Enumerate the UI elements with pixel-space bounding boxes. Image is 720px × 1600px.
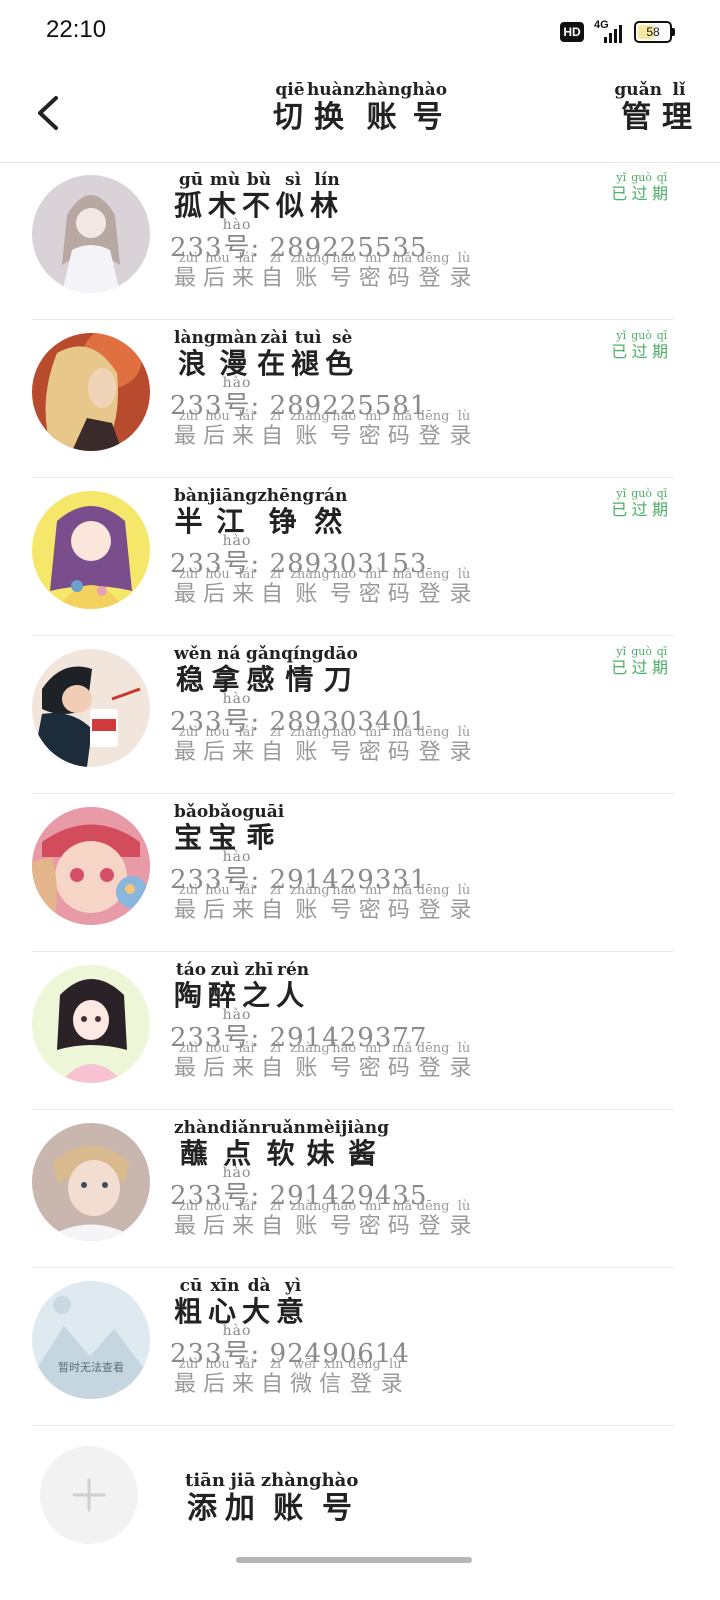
avatar — [32, 965, 150, 1083]
account-name: 浪làng漫màn在zài褪tuì色sè — [174, 328, 360, 380]
expired-badge: 已yǐ过guò期qī — [611, 487, 672, 519]
avatar-placeholder-text: 暂时无法查看 — [58, 1360, 124, 1374]
signal-icon: 4G — [592, 19, 626, 43]
account-name: 半bàn江jiāng铮zhēng然rán — [174, 486, 349, 538]
avatar — [32, 491, 150, 609]
avatar-couple-noodles-icon — [32, 649, 150, 767]
account-login-method: 最zuì后hòu来lái自zì账zhàng号hào密mì码mǎ登dēng录lù — [174, 409, 479, 449]
page-title: 切qiē换huàn账zhàng号hào — [0, 80, 720, 136]
avatar-purple-hair-girl-icon — [32, 491, 150, 609]
account-row[interactable]: 浪làng漫màn在zài褪tuì色sè 233号hào: 289225581 最z… — [32, 320, 674, 478]
header: 切qiē换huàn账zhàng号hào 管guǎn理lǐ — [0, 64, 720, 163]
expired-badge: 已yǐ过guò期qī — [611, 329, 672, 361]
avatar-dark-hair-girl-icon — [32, 965, 150, 1083]
battery-icon: 58 — [634, 21, 675, 43]
add-account-label: 添tiān加jiā账zhàng号hào — [185, 1470, 359, 1527]
account-row[interactable]: 半bàn江jiāng铮zhēng然rán 233号hào: 289303153 最z… — [32, 478, 674, 636]
add-account-circle[interactable] — [40, 1446, 138, 1544]
account-row[interactable]: 稳wěn拿ná感gǎn情qíng刀dāo 233号hào: 289303401 最z… — [32, 636, 674, 794]
network-label: 4G — [594, 19, 609, 31]
status-icons: HD 4G 58 — [560, 18, 675, 46]
avatar: 暂时无法查看 — [32, 1281, 150, 1399]
avatar-pink-hat-girl-icon — [32, 807, 150, 925]
account-login-method: 最zuì后hòu来lái自zì账zhàng号hào密mì码mǎ登dēng录lù — [174, 725, 479, 765]
avatar — [32, 333, 150, 451]
avatar — [32, 649, 150, 767]
account-name: 蘸zhàn点diǎn软ruǎn妹mèi酱jiàng — [174, 1118, 389, 1170]
account-name: 孤gū木mù不bù似sì林lín — [174, 170, 345, 222]
avatar-placeholder-mountain-icon: 暂时无法查看 — [32, 1281, 150, 1399]
avatar-girl-white-dress-icon — [32, 175, 150, 293]
account-row[interactable]: 暂时无法查看 粗cū心xīn大dà意yì 233号hào: 92490614 最zuì… — [32, 1268, 674, 1426]
plus-icon — [72, 1478, 106, 1512]
avatar — [32, 807, 150, 925]
account-login-method: 最zuì后hòu来lái自zì账zhàng号hào密mì码mǎ登dēng录lù — [174, 1041, 479, 1081]
avatar-sandy-hair-boy-icon — [32, 1123, 150, 1241]
account-row[interactable]: 陶táo醉zuì之zhī人rén 233号hào: 291429377 最zuì后h… — [32, 952, 674, 1110]
add-account-button[interactable]: 添tiān加jiā账zhàng号hào — [40, 1444, 680, 1548]
account-name: 稳wěn拿ná感gǎn情qíng刀dāo — [174, 644, 358, 696]
avatar — [32, 1123, 150, 1241]
expired-badge: 已yǐ过guò期qī — [611, 171, 672, 203]
status-bar: 22:10 HD 4G 58 — [0, 0, 720, 64]
status-time: 22:10 — [46, 16, 107, 43]
add-account-text: 添tiān加jiā账zhàng号hào — [185, 1470, 359, 1526]
account-login-method: 最zuì后hòu来lái自zì账zhàng号hào密mì码mǎ登dēng录lù — [174, 1199, 479, 1239]
page-title-text: 切qiē换huàn账zhàng号hào — [272, 80, 448, 135]
hd-icon: HD — [560, 22, 584, 42]
manage-button[interactable]: 管guǎn理lǐ — [614, 80, 696, 136]
avatar — [32, 175, 150, 293]
manage-button-label: 管guǎn理lǐ — [614, 80, 696, 135]
account-login-method: 最zuì后hòu来lái自zì微wēi信xìn登dēng录lù — [174, 1357, 410, 1397]
expired-badge: 已yǐ过guò期qī — [611, 645, 672, 677]
account-row[interactable]: 孤gū木mù不bù似sì林lín 233号hào: 289225535 最zuì后h… — [32, 162, 674, 320]
battery-percent: 58 — [646, 25, 660, 39]
account-login-method: 最zuì后hòu来lái自zì账zhàng号hào密mì码mǎ登dēng录lù — [174, 251, 479, 291]
account-list: 孤gū木mù不bù似sì林lín 233号hào: 289225535 最zuì后h… — [0, 162, 720, 1426]
avatar-blonde-braid-icon — [32, 333, 150, 451]
home-indicator[interactable] — [236, 1557, 472, 1563]
account-row[interactable]: 蘸zhàn点diǎn软ruǎn妹mèi酱jiàng 233号hào: 291429… — [32, 1110, 674, 1268]
account-login-method: 最zuì后hòu来lái自zì账zhàng号hào密mì码mǎ登dēng录lù — [174, 567, 479, 607]
account-row[interactable]: 宝bǎo宝bǎo乖guāi 233号hào: 291429331 最zuì后hòu来… — [32, 794, 674, 952]
account-login-method: 最zuì后hòu来lái自zì账zhàng号hào密mì码mǎ登dēng录lù — [174, 883, 479, 923]
